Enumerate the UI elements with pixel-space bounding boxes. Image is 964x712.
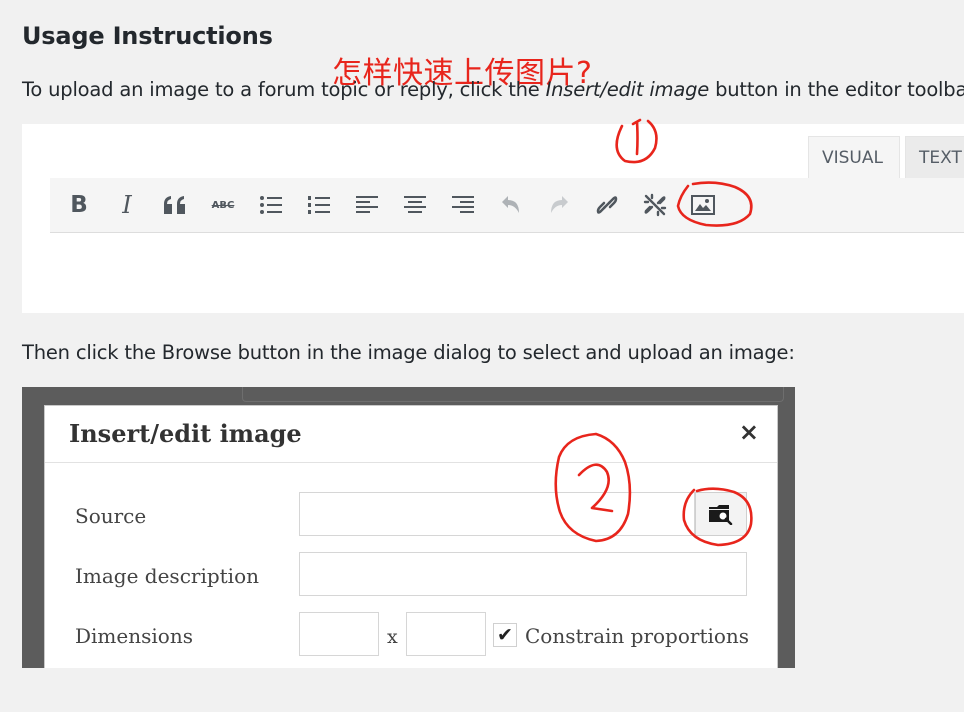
constrain-proportions-label: Constrain proportions: [525, 624, 750, 648]
browse-button[interactable]: [695, 492, 747, 536]
dimension-separator: x: [387, 626, 398, 648]
tab-visual[interactable]: VISUAL: [808, 136, 900, 178]
align-right-icon: [452, 196, 474, 213]
dialog-title: Insert/edit image: [69, 419, 302, 448]
dialog-header: Insert/edit image ×: [45, 406, 777, 463]
redo-button[interactable]: [544, 190, 574, 220]
undo-button[interactable]: [496, 190, 526, 220]
source-label: Source: [75, 504, 147, 528]
bullet-list-icon: [260, 196, 282, 214]
editor-toolbar: B I ABC: [50, 178, 964, 233]
blockquote-button[interactable]: [160, 190, 190, 220]
instruction-1-end: button in the editor toolbar:: [709, 78, 964, 101]
undo-icon: [502, 196, 519, 213]
redo-icon: [551, 196, 568, 213]
align-right-button[interactable]: [448, 190, 478, 220]
bold-icon: B: [70, 192, 88, 218]
blockquote-icon: [164, 196, 185, 214]
width-input[interactable]: [299, 612, 379, 656]
image-icon: [691, 195, 715, 215]
instruction-paragraph-1: To upload an image to a forum topic or r…: [22, 78, 964, 101]
align-left-button[interactable]: [352, 190, 382, 220]
source-input[interactable]: [299, 492, 695, 536]
image-description-label: Image description: [75, 564, 260, 588]
unlink-icon: [643, 193, 667, 217]
background-editor-frame: [242, 387, 784, 402]
instruction-1-start: To upload an image to a forum topic or r…: [22, 78, 546, 101]
page-heading: Usage Instructions: [22, 22, 273, 50]
bullet-list-button[interactable]: [256, 190, 286, 220]
constrain-proportions-checkbox[interactable]: ✔: [493, 623, 517, 647]
bold-button[interactable]: B: [64, 190, 94, 220]
align-center-icon: [404, 196, 426, 213]
link-button[interactable]: [592, 190, 622, 220]
tab-text[interactable]: TEXT: [905, 136, 964, 178]
image-description-input[interactable]: [299, 552, 747, 596]
italic-button[interactable]: I: [112, 190, 142, 220]
align-left-icon: [356, 196, 378, 213]
instruction-1-emphasis: Insert/edit image: [545, 78, 710, 101]
numbered-list-button[interactable]: [304, 190, 334, 220]
dimensions-label: Dimensions: [75, 624, 193, 648]
checkmark-icon: ✔: [497, 624, 513, 646]
unlink-button[interactable]: [640, 190, 670, 220]
align-center-button[interactable]: [400, 190, 430, 220]
dialog-screenshot: Insert/edit image × Source Image descrip…: [22, 387, 795, 668]
insert-image-dialog: Insert/edit image × Source Image descrip…: [44, 405, 778, 668]
italic-icon: I: [122, 191, 132, 219]
height-input[interactable]: [406, 612, 486, 656]
folder-search-icon: [709, 505, 733, 525]
strikethrough-icon: ABC: [211, 199, 235, 211]
close-icon[interactable]: ×: [739, 418, 759, 446]
strikethrough-button[interactable]: ABC: [208, 190, 238, 220]
insert-edit-image-button[interactable]: [688, 190, 718, 220]
editor-screenshot: VISUAL TEXT B I ABC: [22, 124, 964, 313]
numbered-list-icon: [308, 196, 330, 214]
instruction-paragraph-2: Then click the Browse button in the imag…: [22, 341, 795, 364]
link-icon: [596, 196, 618, 214]
